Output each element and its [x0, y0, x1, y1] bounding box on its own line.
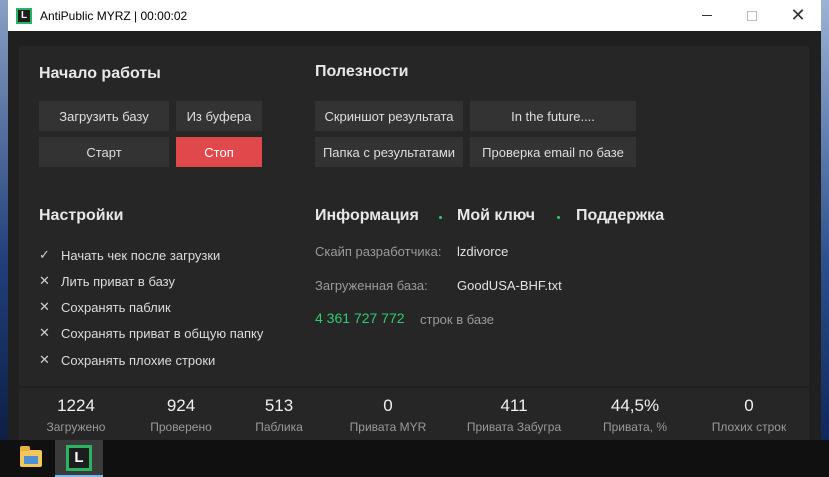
cross-icon: ✕: [39, 325, 50, 340]
setting-label: Лить приват в базу: [61, 273, 175, 289]
stat-label: Привата MYR: [349, 420, 427, 434]
loaded-base-value: GoodUSA-BHF.txt: [457, 278, 562, 293]
load-base-button[interactable]: Загрузить базу: [39, 101, 169, 131]
minimize-button[interactable]: [684, 0, 730, 31]
setting-label: Сохранять паблик: [61, 299, 171, 315]
stat-private-abroad: 411 Привата Забугра: [444, 396, 584, 434]
setting-save-public[interactable]: ✕ Сохранять паблик: [39, 299, 171, 315]
separator-dot: [557, 216, 560, 219]
check-icon: ✓: [39, 247, 50, 262]
app-logo-icon: L: [66, 444, 92, 471]
future-button[interactable]: In the future....: [470, 101, 636, 131]
stat-private-myr: 0 Привата MYR: [318, 396, 458, 434]
setting-start-after-load[interactable]: ✓ Начать чек после загрузки: [39, 247, 220, 263]
desktop-background-right: [821, 0, 829, 440]
title-bar[interactable]: L AntiPublic MYRZ | 00:00:02 ✕: [8, 0, 821, 31]
separator-dot: [439, 216, 442, 219]
setting-save-bad-lines[interactable]: ✕ Сохранять плохие строки: [39, 352, 215, 368]
results-folder-button[interactable]: Папка с результатами: [315, 137, 463, 167]
desktop-background-left: [0, 0, 8, 440]
taskbar-antipublic-app[interactable]: L: [55, 440, 103, 477]
cross-icon: ✕: [39, 352, 50, 367]
tab-info[interactable]: Информация: [315, 207, 419, 225]
stat-value: 0: [744, 396, 754, 415]
start-heading: Начало работы: [39, 65, 161, 82]
setting-label: Начать чек после загрузки: [61, 247, 221, 263]
taskbar: L: [0, 440, 829, 477]
stat-value: 411: [500, 396, 528, 415]
utilities-heading: Полезности: [315, 63, 409, 80]
rows-label: строк в базе: [420, 312, 495, 327]
from-clipboard-button[interactable]: Из буфера: [176, 101, 262, 131]
folder-icon: [20, 446, 42, 467]
screenshot-result-button[interactable]: Скриншот результата: [315, 101, 463, 131]
close-icon: ✕: [790, 5, 806, 26]
window-title: AntiPublic MYRZ | 00:00:02: [40, 8, 188, 23]
setting-private-to-base[interactable]: ✕ Лить приват в базу: [39, 273, 175, 289]
maximize-icon: [747, 10, 757, 21]
dev-skype-label: Скайп разработчика:: [315, 244, 442, 259]
start-button[interactable]: Старт: [39, 137, 169, 167]
taskbar-file-explorer[interactable]: [7, 440, 55, 477]
rows-count: 4 361 727 772: [315, 310, 405, 326]
email-check-button[interactable]: Проверка email по базе: [470, 137, 636, 167]
main-content: Начало работы Загрузить базу Из буфера С…: [8, 31, 821, 440]
main-panel: Начало работы Загрузить базу Из буфера С…: [19, 46, 809, 386]
settings-heading: Настройки: [39, 207, 124, 224]
stat-value: 0: [383, 396, 393, 415]
loaded-base-label: Загруженная база:: [315, 278, 428, 293]
tab-my-key[interactable]: Мой ключ: [457, 207, 535, 225]
app-logo-icon: L: [16, 7, 32, 24]
cross-icon: ✕: [39, 273, 50, 288]
setting-label: Сохранять приват в общую папку: [61, 325, 264, 341]
stop-button[interactable]: Стоп: [176, 137, 262, 167]
cross-icon: ✕: [39, 299, 50, 314]
close-button[interactable]: ✕: [775, 0, 821, 31]
app-window: L AntiPublic MYRZ | 00:00:02 ✕ Начало ра…: [8, 0, 821, 440]
stat-bad-lines: 0 Плохих строк: [679, 396, 819, 434]
setting-label: Сохранять плохие строки: [61, 352, 216, 368]
tab-support[interactable]: Поддержка: [576, 207, 664, 225]
setting-save-private-common[interactable]: ✕ Сохранять приват в общую папку: [39, 325, 263, 341]
maximize-button[interactable]: [729, 0, 775, 31]
minimize-icon: [702, 15, 712, 16]
dev-skype-value: lzdivorce: [457, 244, 509, 259]
stat-label: Привата Забугра: [466, 420, 562, 434]
stat-label: Плохих строк: [711, 420, 787, 434]
stats-bar: 1224 Загружено 924 Проверено 513 Паблика…: [19, 388, 809, 440]
